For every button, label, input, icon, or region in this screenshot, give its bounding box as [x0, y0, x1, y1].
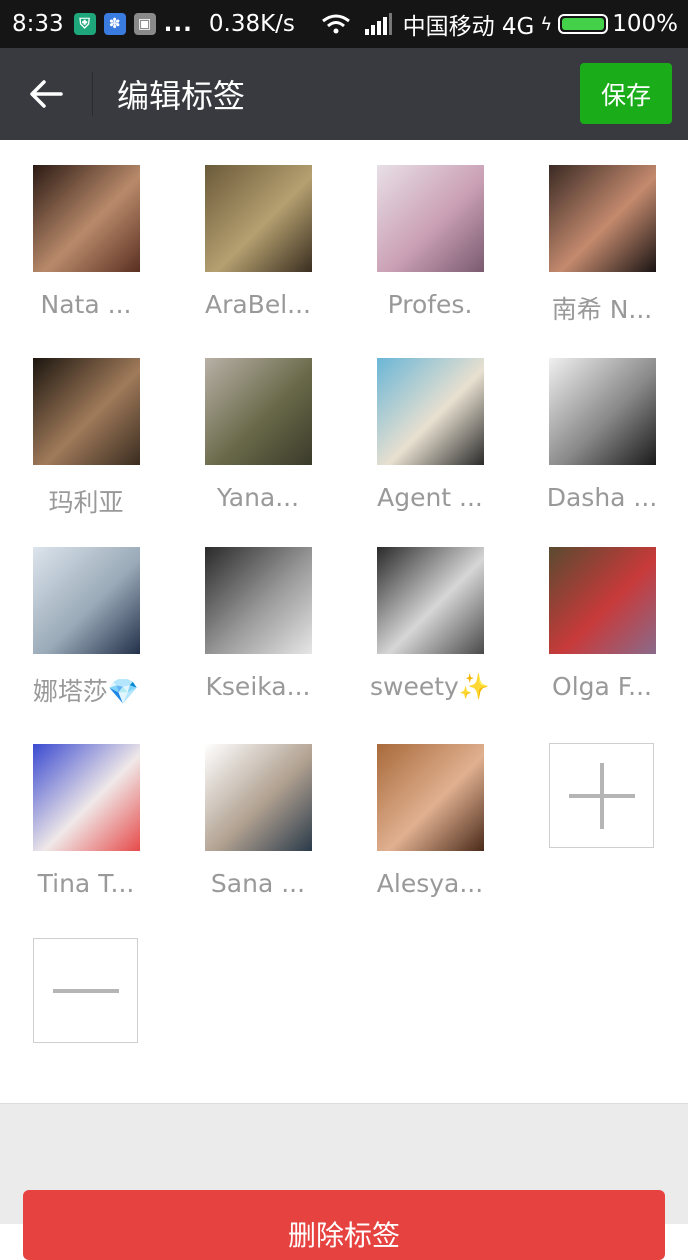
member-item[interactable]: sweety✨: [344, 547, 516, 702]
member-name: Dasha ...: [546, 483, 658, 512]
network-speed: 0.38K/s: [208, 11, 295, 37]
status-time: 8:33: [12, 11, 64, 37]
member-name: 娜塔莎💎: [32, 677, 140, 706]
minus-icon: [52, 988, 119, 993]
save-button[interactable]: 保存: [580, 63, 672, 124]
member-name: Yana...: [216, 483, 300, 512]
member-name: Alesya...: [376, 869, 484, 898]
carrier-label: 中国移动 4G: [402, 14, 535, 40]
member-item[interactable]: Tina T...: [0, 744, 172, 898]
app-header: 编辑标签 保存: [0, 48, 688, 140]
member-avatar: [376, 358, 484, 465]
member-item[interactable]: 玛利亚: [0, 358, 172, 519]
member-name: AraBel...: [204, 290, 312, 319]
page-title: 编辑标签: [117, 77, 246, 115]
member-item[interactable]: Sana ...: [172, 744, 344, 898]
member-avatar: [204, 358, 312, 465]
member-name: 南希 N...: [551, 295, 653, 324]
header-divider: [92, 72, 93, 116]
member-avatar: [204, 165, 312, 272]
battery-percent: 100%: [612, 11, 678, 37]
member-item[interactable]: Nata ...: [0, 165, 172, 319]
member-item[interactable]: Dasha ...: [516, 358, 688, 512]
member-avatar: [376, 744, 484, 851]
baidu-app-icon: ✽: [103, 13, 126, 35]
remove-member-button[interactable]: [33, 938, 138, 1043]
status-bar: 8:33 ⛨ ✽ ▣ ... 0.38K/s 中国移动 4G ϟ 100%: [0, 0, 688, 48]
member-name: Nata ...: [40, 290, 132, 319]
member-item[interactable]: Yana...: [172, 358, 344, 512]
back-button[interactable]: [0, 48, 92, 140]
member-avatar: [32, 547, 140, 654]
member-item[interactable]: Alesya...: [344, 744, 516, 898]
member-item[interactable]: AraBel...: [172, 165, 344, 319]
member-avatar: [376, 165, 484, 272]
member-name: sweety✨: [370, 672, 490, 701]
member-avatar: [548, 358, 656, 465]
member-avatar: [204, 744, 312, 851]
shield-app-icon: ⛨: [73, 13, 96, 35]
add-member-button[interactable]: [549, 743, 654, 848]
member-avatar: [548, 165, 656, 272]
member-avatar: [376, 547, 484, 654]
member-name: Kseika...: [205, 672, 311, 701]
member-avatar: [32, 165, 140, 272]
more-notifications-icon: ...: [163, 11, 193, 37]
member-item[interactable]: Profes.: [344, 165, 516, 319]
delete-tag-button[interactable]: 删除标签: [23, 1190, 665, 1260]
member-avatar: [548, 547, 656, 654]
signal-icon: [364, 13, 392, 35]
charging-icon: ϟ: [540, 13, 553, 35]
member-name: Profes.: [387, 290, 473, 319]
member-item[interactable]: Olga F...: [516, 547, 688, 701]
gallery-app-icon: ▣: [133, 13, 156, 35]
member-name: Tina T...: [37, 869, 135, 898]
member-item[interactable]: Agent ...: [344, 358, 516, 512]
wifi-icon: [321, 14, 350, 34]
member-avatar: [204, 547, 312, 654]
member-item[interactable]: 娜塔莎💎: [0, 547, 172, 708]
member-item[interactable]: Kseika...: [172, 547, 344, 701]
member-item[interactable]: 南希 N...: [516, 165, 688, 326]
plus-icon: [568, 762, 635, 829]
battery-icon: [558, 14, 609, 34]
member-avatar: [32, 744, 140, 851]
member-avatar: [32, 358, 140, 465]
member-name: Agent ...: [377, 483, 483, 512]
member-name: Sana ...: [210, 869, 306, 898]
back-arrow-icon: [30, 80, 63, 108]
member-name: Olga F...: [552, 672, 652, 701]
member-name: 玛利亚: [48, 488, 124, 517]
